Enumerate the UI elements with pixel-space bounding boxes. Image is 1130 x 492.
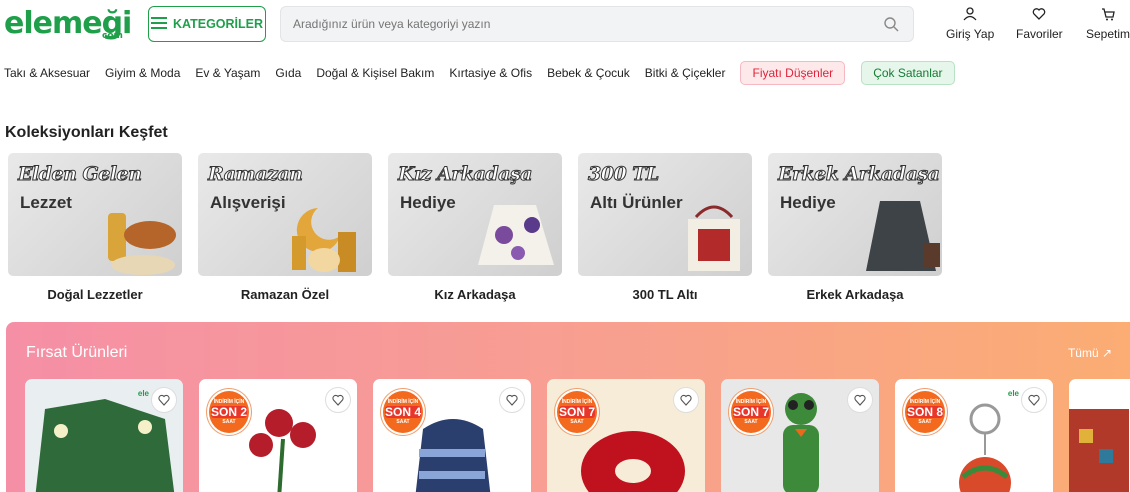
- product-image: [1069, 409, 1129, 492]
- product-card[interactable]: İNDİRİM İÇİN SON 2 SAAT: [199, 379, 357, 492]
- knit-sweater-illustration: [866, 201, 940, 271]
- collection-card[interactable]: Ramazan Alışverişi Ramazan Özel: [198, 153, 372, 302]
- best-sellers-pill[interactable]: Çok Satanlar: [861, 61, 955, 85]
- search-bar: [280, 6, 914, 42]
- menu-icon: [150, 16, 167, 32]
- cart-icon: [1101, 7, 1115, 27]
- favorite-heart-icon[interactable]: [151, 387, 177, 413]
- countdown-badge: İNDİRİM İÇİN SON 7 SAAT: [555, 389, 599, 435]
- login-button[interactable]: Giriş Yap: [946, 7, 994, 41]
- watermark-text: ele: [137, 389, 149, 398]
- collections-row: Elden Gelen Lezzet Doğal Lezzetler Ramaz…: [8, 153, 958, 302]
- deals-title: Fırsat Ürünleri: [26, 344, 128, 361]
- nav-item[interactable]: Doğal & Kişisel Bakım: [316, 66, 434, 80]
- collection-image: Ramazan Alışverişi: [198, 153, 372, 276]
- collection-subheading: Hediye: [780, 193, 836, 212]
- login-label: Giriş Yap: [946, 27, 995, 41]
- favorite-heart-icon[interactable]: [673, 387, 699, 413]
- nav-item[interactable]: Bitki & Çiçekler: [645, 66, 726, 80]
- deals-cards: ele İNDİRİM İÇİN SON 2 SAAT İNDİRİM İÇİN SO…: [25, 379, 1130, 492]
- badge-unit: SAAT: [222, 419, 236, 425]
- collection-card[interactable]: Elden Gelen Lezzet Doğal Lezzetler: [8, 153, 182, 302]
- nav-item[interactable]: Giyim & Moda: [105, 66, 180, 80]
- badge-unit: SAAT: [744, 419, 758, 425]
- collection-caption: Kız Arkadaşa: [434, 287, 516, 302]
- knit-cardigan-illustration: [478, 205, 554, 265]
- badge-count: SON 7: [559, 405, 596, 419]
- collection-heading: Erkek Arkadaşa: [777, 163, 940, 186]
- collection-card[interactable]: 300 TL Altı Ürünler 300 TL Altı: [578, 153, 752, 302]
- collection-image: 300 TL Altı Ürünler: [578, 153, 752, 276]
- collection-image: Elden Gelen Lezzet: [8, 153, 182, 276]
- collection-image: Erkek Arkadaşa Hediye: [768, 153, 942, 276]
- countdown-badge: İNDİRİM İÇİN SON 8 SAAT: [903, 389, 947, 435]
- collection-subheading: Hediye: [400, 193, 456, 212]
- product-card[interactable]: İNDİRİM İÇİN SON 8 SAAT ele: [895, 379, 1053, 492]
- food-illustration: [108, 213, 176, 275]
- badge-count: SON 7: [733, 405, 770, 419]
- logo-suffix: com: [102, 31, 123, 41]
- favorite-heart-icon[interactable]: [847, 387, 873, 413]
- collection-heading: Ramazan: [207, 163, 303, 186]
- countdown-badge: İNDİRİM İÇİN SON 4 SAAT: [381, 389, 425, 435]
- badge-unit: SAAT: [396, 419, 410, 425]
- nav-item[interactable]: Bebek & Çocuk: [547, 66, 630, 80]
- tote-bag-illustration: [688, 205, 740, 271]
- nav-item[interactable]: Gıda: [275, 66, 301, 80]
- categories-button[interactable]: KATEGORİLER: [148, 6, 266, 42]
- category-nav: Takı & Aksesuar Giyim & Moda Ev & Yaşam …: [4, 60, 971, 86]
- collection-image: Kız Arkadaşa Hediye: [388, 153, 562, 276]
- collection-subheading: Altı Ürünler: [590, 193, 683, 212]
- lantern-illustration: [292, 208, 356, 272]
- collection-caption: 300 TL Altı: [632, 287, 698, 302]
- collection-caption: Erkek Arkadaşa: [806, 287, 904, 302]
- logo[interactable]: elemeği com: [4, 6, 132, 41]
- product-card[interactable]: [1069, 379, 1130, 492]
- heart-icon: [1032, 7, 1046, 27]
- cart-button[interactable]: Sepetim: [1086, 7, 1130, 41]
- deals-all-link[interactable]: Tümü ↗: [1068, 346, 1112, 360]
- badge-count: SON 8: [907, 405, 944, 419]
- product-card[interactable]: İNDİRİM İÇİN SON 7 SAAT: [547, 379, 705, 492]
- collection-card[interactable]: Kız Arkadaşa Hediye Kız Arkadaşa: [388, 153, 562, 302]
- badge-count: SON 2: [211, 405, 248, 419]
- favorites-button[interactable]: Favoriler: [1016, 7, 1063, 41]
- collection-subheading: Alışverişi: [210, 193, 286, 212]
- collection-caption: Doğal Lezzetler: [47, 287, 143, 302]
- search-icon[interactable]: [883, 16, 899, 37]
- badge-count: SON 4: [385, 405, 422, 419]
- categories-label: KATEGORİLER: [172, 17, 264, 31]
- nav-item[interactable]: Takı & Aksesuar: [4, 66, 90, 80]
- favorite-heart-icon[interactable]: [1021, 387, 1047, 413]
- favorite-heart-icon[interactable]: [325, 387, 351, 413]
- nav-item[interactable]: Kırtasiye & Ofis: [449, 66, 532, 80]
- header: elemeğicom KATEGORİLER Giriş Yap Favoril…: [0, 0, 1130, 50]
- product-card[interactable]: İNDİRİM İÇİN SON 4 SAAT: [373, 379, 531, 492]
- favorites-label: Favoriler: [1016, 27, 1063, 41]
- countdown-badge: İNDİRİM İÇİN SON 2 SAAT: [207, 389, 251, 435]
- badge-unit: SAAT: [918, 419, 932, 425]
- nav-item[interactable]: Ev & Yaşam: [195, 66, 260, 80]
- price-drop-pill[interactable]: Fiyatı Düşenler: [740, 61, 846, 85]
- collections-title: Koleksiyonları Keşfet: [5, 124, 168, 141]
- collection-heading: 300 TL: [588, 163, 660, 186]
- product-card[interactable]: ele: [25, 379, 183, 492]
- deals-section: Fırsat Ürünleri Tümü ↗ ele İNDİRİM İÇİN S…: [6, 322, 1130, 492]
- countdown-badge: İNDİRİM İÇİN SON 7 SAAT: [729, 389, 773, 435]
- product-card[interactable]: İNDİRİM İÇİN SON 7 SAAT: [721, 379, 879, 492]
- search-input[interactable]: [281, 7, 841, 41]
- collection-card[interactable]: Erkek Arkadaşa Hediye Erkek Arkadaşa: [768, 153, 942, 302]
- collection-subheading: Lezzet: [20, 193, 72, 212]
- badge-unit: SAAT: [570, 419, 584, 425]
- cart-label: Sepetim: [1086, 27, 1130, 41]
- collection-heading: Kız Arkadaşa: [398, 163, 533, 186]
- user-icon: [963, 7, 977, 27]
- collection-heading: Elden Gelen: [17, 163, 142, 186]
- collection-caption: Ramazan Özel: [240, 287, 330, 302]
- favorite-heart-icon[interactable]: [499, 387, 525, 413]
- watermark-text: ele: [1007, 389, 1019, 398]
